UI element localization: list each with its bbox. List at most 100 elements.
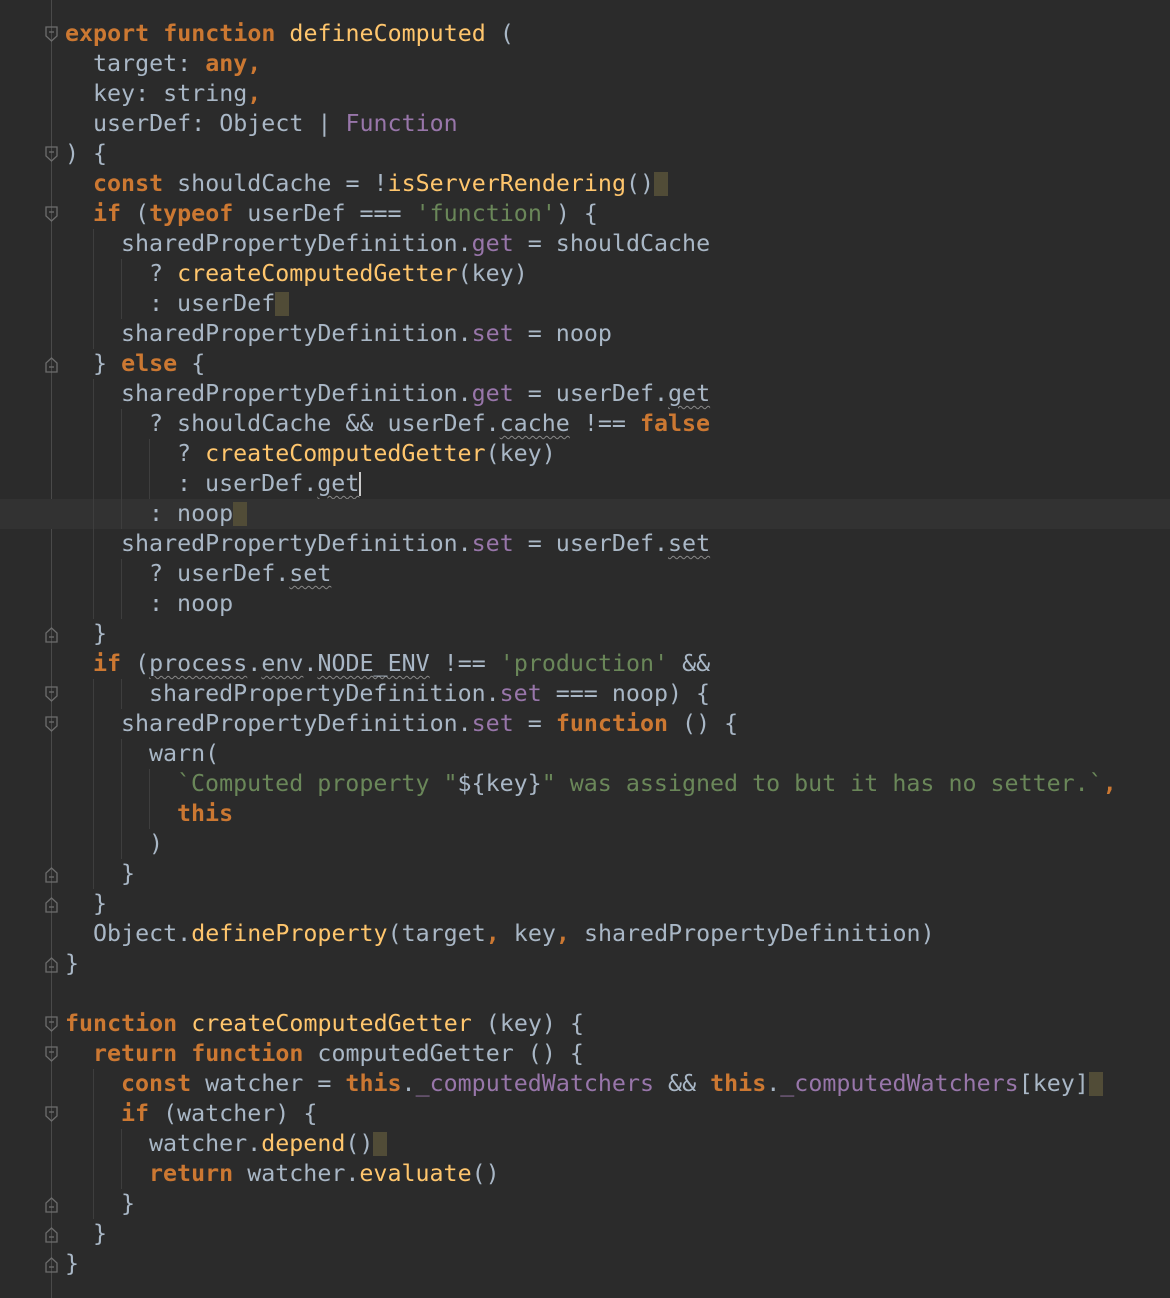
code-token-p: () (626, 170, 655, 197)
code-line[interactable] (0, 979, 1170, 1009)
code-line[interactable]: ? userDef.set (0, 559, 1170, 589)
code-token-p: ? (177, 440, 206, 467)
fold-close-icon[interactable] (44, 866, 60, 883)
code-line[interactable]: this (0, 799, 1170, 829)
code-token-sq: env (261, 650, 304, 677)
code-token-p: sharedPropertyDefinition. (121, 230, 472, 257)
current-code-line[interactable]: : noop (0, 499, 1170, 529)
bracket-match-highlight (233, 502, 248, 526)
fold-open-icon[interactable] (44, 1106, 60, 1123)
code-line[interactable]: } (0, 619, 1170, 649)
code-line[interactable]: userDef: Object | Function (0, 109, 1170, 139)
code-line[interactable]: } (0, 1189, 1170, 1219)
code-line[interactable]: Object.defineProperty(target, key, share… (0, 919, 1170, 949)
code-line[interactable]: : userDef (0, 289, 1170, 319)
code-text: export function defineComputed ( (65, 22, 514, 46)
code-line[interactable]: return function computedGetter () { (0, 1039, 1170, 1069)
code-line[interactable]: } (0, 949, 1170, 979)
code-token-kw: this (177, 800, 234, 827)
fold-open-icon[interactable] (44, 146, 60, 163)
code-token-p: (key) { (471, 1010, 584, 1037)
fold-open-icon[interactable] (44, 26, 60, 43)
code-line[interactable]: sharedPropertyDefinition.set = noop (0, 319, 1170, 349)
fold-open-icon[interactable] (44, 206, 60, 223)
code-line[interactable]: ? shouldCache && userDef.cache !== false (0, 409, 1170, 439)
fold-open-icon[interactable] (44, 1046, 60, 1063)
code-line[interactable]: if (typeof userDef === 'function') { (0, 199, 1170, 229)
code-token-kw: const (121, 1070, 206, 1097)
code-line[interactable]: sharedPropertyDefinition.set = function … (0, 709, 1170, 739)
code-text: ) { (65, 142, 107, 166)
code-text: } (93, 1222, 107, 1246)
code-line[interactable]: } (0, 889, 1170, 919)
code-token-p: (key) (457, 260, 528, 287)
code-line[interactable]: : userDef.get (0, 469, 1170, 499)
code-token-sq: NODE_ENV (317, 650, 430, 677)
code-token-sq: cache (499, 410, 570, 437)
code-token-kw: else (121, 350, 192, 377)
indent-guide (121, 589, 122, 619)
code-text: sharedPropertyDefinition.set === noop) { (149, 682, 710, 706)
code-token-p: } (65, 1250, 80, 1277)
code-token-p: && (668, 650, 711, 677)
code-line[interactable]: watcher.depend() (0, 1129, 1170, 1159)
indent-guide (93, 769, 94, 799)
fold-open-icon[interactable] (44, 716, 60, 733)
code-line[interactable]: const shouldCache = !isServerRendering() (0, 169, 1170, 199)
fold-close-icon[interactable] (44, 1196, 60, 1213)
fold-close-icon[interactable] (44, 896, 60, 913)
code-line[interactable]: } else { (0, 349, 1170, 379)
code-line[interactable]: ) { (0, 139, 1170, 169)
code-line[interactable]: ) (0, 829, 1170, 859)
code-line[interactable]: } (0, 1249, 1170, 1279)
code-token-p: (watcher) { (163, 1100, 318, 1127)
indent-guide (121, 559, 122, 589)
code-token-p: } (121, 860, 136, 887)
code-line[interactable]: ? createComputedGetter(key) (0, 259, 1170, 289)
bracket-match-highlight (1088, 1072, 1103, 1096)
code-line[interactable]: return watcher.evaluate() (0, 1159, 1170, 1189)
indent-guide (93, 499, 94, 529)
code-line[interactable]: const watcher = this._computedWatchers &… (0, 1069, 1170, 1099)
code-token-p: : noop (149, 500, 234, 527)
code-line[interactable]: ? createComputedGetter(key) (0, 439, 1170, 469)
code-line[interactable]: } (0, 859, 1170, 889)
code-token-p: } (93, 350, 122, 377)
fold-close-icon[interactable] (44, 626, 60, 643)
code-token-p: . (247, 650, 262, 677)
code-line[interactable]: } (0, 1219, 1170, 1249)
code-editor[interactable]: export function defineComputed ( target: … (0, 0, 1170, 1298)
code-token-p: sharedPropertyDefinition. (121, 320, 472, 347)
code-line[interactable]: if (watcher) { (0, 1099, 1170, 1129)
code-line[interactable]: sharedPropertyDefinition.set === noop) { (0, 679, 1170, 709)
fold-close-icon[interactable] (44, 956, 60, 973)
code-line[interactable]: warn( (0, 739, 1170, 769)
fold-open-icon[interactable] (44, 1016, 60, 1033)
code-line[interactable]: if (process.env.NODE_ENV !== 'production… (0, 649, 1170, 679)
fold-close-icon[interactable] (44, 356, 60, 373)
code-text: `Computed property "${key}" was assigned… (177, 772, 1117, 796)
code-line[interactable]: export function defineComputed ( (0, 19, 1170, 49)
code-line[interactable]: function createComputedGetter (key) { (0, 1009, 1170, 1039)
code-token-sq: set (668, 530, 711, 557)
code-line[interactable]: sharedPropertyDefinition.set = userDef.s… (0, 529, 1170, 559)
code-token-p: computedGetter () { (317, 1040, 584, 1067)
code-line[interactable]: : noop (0, 589, 1170, 619)
code-line[interactable]: `Computed property "${key}" was assigned… (0, 769, 1170, 799)
code-token-fn: isServerRendering (387, 170, 626, 197)
indent-guide (93, 259, 94, 289)
code-token-p: . (303, 650, 318, 677)
indent-guide (93, 679, 94, 709)
fold-open-icon[interactable] (44, 686, 60, 703)
code-text: Object.defineProperty(target, key, share… (93, 922, 935, 946)
indent-guide (93, 1159, 94, 1189)
code-line[interactable]: sharedPropertyDefinition.get = shouldCac… (0, 229, 1170, 259)
code-line[interactable]: sharedPropertyDefinition.get = userDef.g… (0, 379, 1170, 409)
code-text: } else { (93, 352, 205, 376)
code-line[interactable]: target: any, (0, 49, 1170, 79)
code-token-kw: , (1102, 770, 1117, 797)
fold-close-icon[interactable] (44, 1226, 60, 1243)
fold-close-icon[interactable] (44, 1256, 60, 1273)
indent-guide (93, 289, 94, 319)
code-line[interactable]: key: string, (0, 79, 1170, 109)
